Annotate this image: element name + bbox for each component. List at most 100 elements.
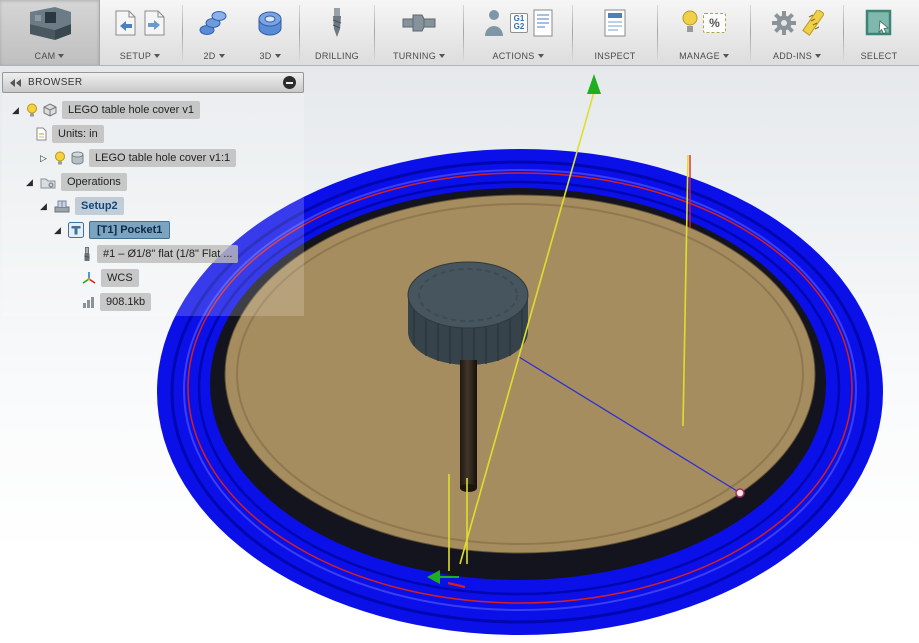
toolbar-group-3d[interactable]: 3D: [243, 0, 297, 65]
expander-icon[interactable]: ◢: [10, 105, 21, 116]
toolbar-label-addins: ADD-INS: [773, 51, 812, 61]
selection-box-icon[interactable]: [864, 8, 894, 38]
sketch-point[interactable]: [736, 489, 744, 497]
minimize-panel-icon[interactable]: [283, 76, 296, 89]
gear-icon[interactable]: [771, 10, 797, 36]
knob-body[interactable]: [408, 262, 528, 365]
cam-machine-icon[interactable]: [23, 5, 77, 41]
chevron-down-icon: [538, 54, 544, 58]
wcs-axes-icon: [82, 271, 96, 285]
toolbar-group-cam[interactable]: CAM: [0, 0, 100, 65]
document-icon: [36, 127, 47, 141]
chevron-down-icon: [275, 54, 281, 58]
toolbar-group-manage[interactable]: % MANAGE: [660, 0, 748, 65]
tree-item-operations[interactable]: ◢ Operations: [2, 170, 304, 194]
setup-machine-icon: [54, 199, 70, 213]
body-cylinder-icon: [71, 151, 84, 165]
browser-tree: ◢ LEGO table hole cover v1 Units: in: [2, 93, 304, 316]
tree-item-setup2[interactable]: ◢ Setup2: [2, 194, 304, 218]
tree-item-label[interactable]: LEGO table hole cover v1: [62, 101, 200, 118]
toolbar-label-select: SELECT: [861, 51, 898, 61]
tree-item-label[interactable]: Operations: [61, 173, 127, 190]
g2-badge: G2: [514, 23, 525, 31]
y-axis-arrow[interactable]: [587, 74, 601, 94]
ruler-icon[interactable]: [802, 10, 824, 36]
toolbar-separator: [657, 5, 658, 60]
setup-sheet-icon[interactable]: [604, 9, 626, 37]
toolbar-group-inspect[interactable]: INSPECT: [575, 0, 655, 65]
toolbar-label-cam: CAM: [35, 51, 56, 61]
expander-icon[interactable]: ◢: [52, 225, 63, 236]
toolbar-group-addins[interactable]: ADD-INS: [753, 0, 841, 65]
expander-icon[interactable]: ◢: [24, 177, 35, 188]
tree-item-label[interactable]: 908.1kb: [100, 293, 151, 310]
percent-badge: %: [709, 17, 720, 30]
toolbar-group-turning[interactable]: TURNING: [377, 0, 461, 65]
cam-ribbon-toolbar: CAM SETUP: [0, 0, 919, 66]
drill-bit-icon[interactable]: [329, 7, 345, 39]
toolbar-separator: [299, 5, 300, 60]
toolbar-group-actions[interactable]: G1 G2 ACTIONS: [466, 0, 570, 65]
toolbar-group-select[interactable]: SELECT: [846, 0, 912, 65]
toolbar-group-2d[interactable]: 2D: [185, 0, 243, 65]
chevron-down-icon: [219, 54, 225, 58]
simulate-person-icon[interactable]: [483, 8, 505, 38]
tree-item-label[interactable]: LEGO table hole cover v1:1: [89, 149, 236, 166]
document-component-icon: [43, 103, 57, 117]
toolbar-separator: [750, 5, 751, 60]
toolbar-label-actions: ACTIONS: [492, 51, 534, 61]
toolbar-label-3d: 3D: [259, 51, 271, 61]
endmill-tool-icon: [82, 247, 92, 262]
expander-icon[interactable]: ◢: [38, 201, 49, 212]
chevron-down-icon: [723, 54, 729, 58]
generate-gcode-icon[interactable]: G1 G2: [510, 13, 529, 34]
tree-item-label[interactable]: #1 – Ø1/8" flat (1/8" Flat ...: [97, 245, 238, 262]
chevron-down-icon: [154, 54, 160, 58]
bulb-icon[interactable]: [54, 151, 66, 165]
toolbar-separator: [374, 5, 375, 60]
2d-milling-icon[interactable]: [199, 8, 229, 38]
toolbar-separator: [572, 5, 573, 60]
toolbar-label-inspect: INSPECT: [594, 51, 635, 61]
tree-item-label[interactable]: [T1] Pocket1: [89, 221, 170, 239]
tree-item-label[interactable]: WCS: [101, 269, 139, 286]
lathe-part-icon[interactable]: [401, 10, 437, 36]
expander-icon[interactable]: ▷: [38, 153, 49, 164]
toolbar-label-turning: TURNING: [393, 51, 436, 61]
post-process-document-icon[interactable]: [533, 9, 553, 37]
toolbar-label-setup: SETUP: [120, 51, 152, 61]
tree-item-label[interactable]: Units: in: [52, 125, 104, 142]
bulb-icon[interactable]: [26, 103, 38, 117]
viewport-3d[interactable]: BROWSER ◢ LEGO table hole cover v1: [0, 66, 919, 643]
pocket-operation-icon: [68, 222, 84, 238]
toolbar-label-manage: MANAGE: [679, 51, 720, 61]
operations-folder-icon: [40, 176, 56, 189]
tree-item-root[interactable]: ◢ LEGO table hole cover v1: [2, 98, 304, 122]
new-folder-icon[interactable]: [143, 9, 167, 37]
tree-item-size[interactable]: 908.1kb: [2, 290, 304, 314]
bulb-icon[interactable]: [682, 9, 698, 37]
statistics-bars-icon: [82, 296, 95, 309]
toolbar-separator: [463, 5, 464, 60]
3d-milling-icon[interactable]: [256, 8, 284, 38]
percent-box-icon[interactable]: %: [703, 13, 726, 34]
toolbar-group-setup[interactable]: SETUP: [100, 0, 180, 65]
stock-disc[interactable]: [225, 195, 815, 553]
browser-header[interactable]: BROWSER: [2, 72, 304, 93]
tree-item-wcs[interactable]: WCS: [2, 266, 304, 290]
tool-shank[interactable]: [460, 360, 477, 492]
chevron-down-icon: [439, 54, 445, 58]
tree-item-label[interactable]: Setup2: [75, 197, 124, 214]
chevron-down-icon: [815, 54, 821, 58]
toolbar-separator: [843, 5, 844, 60]
browser-panel: BROWSER ◢ LEGO table hole cover v1: [2, 72, 304, 316]
toolbar-separator: [182, 5, 183, 60]
toolbar-group-drilling[interactable]: DRILLING: [302, 0, 372, 65]
toolbar-label-2d: 2D: [203, 51, 215, 61]
collapse-left-icon[interactable]: [10, 79, 21, 87]
tree-item-component[interactable]: ▷ LEGO table hole cover v1:1: [2, 146, 304, 170]
tree-item-pocket1[interactable]: ◢ [T1] Pocket1: [2, 218, 304, 242]
tree-item-units[interactable]: Units: in: [2, 122, 304, 146]
tree-item-tool[interactable]: #1 – Ø1/8" flat (1/8" Flat ...: [2, 242, 304, 266]
new-setup-icon[interactable]: [114, 9, 138, 37]
